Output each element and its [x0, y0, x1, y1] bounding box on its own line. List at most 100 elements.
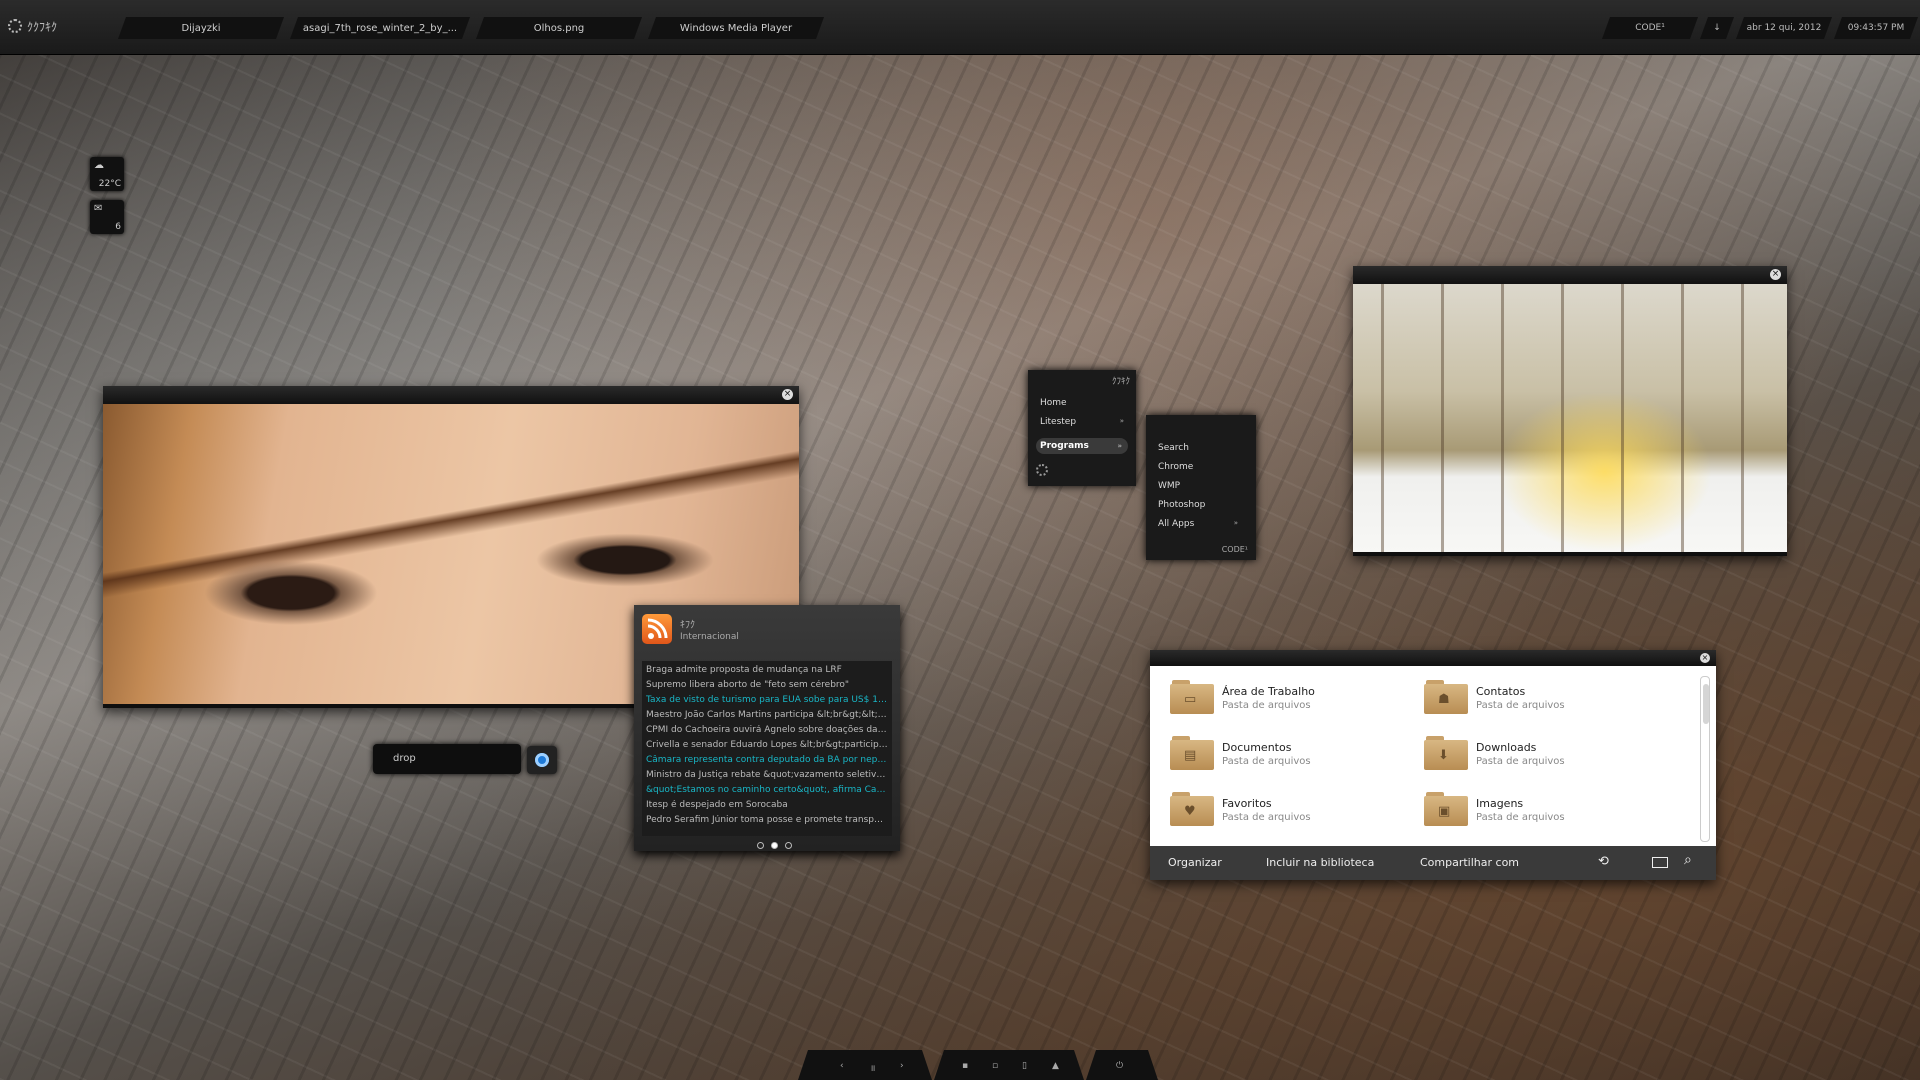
date-display: abr 12 qui, 2012 — [1736, 17, 1832, 39]
page-dot[interactable] — [757, 842, 764, 849]
rss-item[interactable]: Câmara representa contra deputado da BA … — [646, 755, 888, 765]
folder-icon[interactable]: ♥ — [1170, 792, 1214, 826]
close-icon[interactable]: × — [1770, 269, 1781, 280]
page-dot[interactable] — [785, 842, 792, 849]
task-wmp[interactable]: Windows Media Player — [648, 17, 824, 39]
rss-list: Braga admite proposta de mudança na LRF … — [642, 661, 892, 849]
arrow-down-icon[interactable]: ↓ — [1700, 17, 1734, 39]
share-button[interactable]: Compartilhar com — [1420, 856, 1519, 869]
submenu-item-chrome[interactable]: Chrome — [1158, 462, 1193, 472]
drop-label: drop — [393, 753, 416, 764]
folder-type: Pasta de arquivos — [1476, 756, 1565, 767]
close-icon[interactable]: × — [782, 389, 793, 400]
app-icon[interactable]: ▪ — [962, 1061, 968, 1071]
task-asagi[interactable]: asagi_7th_rose_winter_2_by_... — [290, 17, 470, 39]
folder-type: Pasta de arquivos — [1222, 812, 1311, 823]
task-olhos[interactable]: Olhos.png — [476, 17, 642, 39]
app-icon[interactable]: ▲ — [1052, 1061, 1059, 1071]
power-dock: ⏻ — [1086, 1050, 1158, 1080]
folder-name[interactable]: Área de Trabalho — [1222, 685, 1315, 698]
rss-item[interactable]: Ministro da Justiça rebate &quot;vazamen… — [646, 770, 888, 780]
folder-type: Pasta de arquivos — [1476, 812, 1565, 823]
folder-icon[interactable]: ▭ — [1170, 680, 1214, 714]
menu-footer: CODE¹ — [1221, 545, 1248, 554]
folder-icon[interactable]: ☗ — [1424, 680, 1468, 714]
window-titlebar[interactable] — [1150, 650, 1716, 666]
circle-icon — [535, 753, 549, 767]
folder-name[interactable]: Contatos — [1476, 685, 1525, 698]
explorer-toolbar: Organizar Incluir na biblioteca Comparti… — [1150, 846, 1716, 880]
pause-icon[interactable]: ॥ — [870, 1061, 875, 1074]
submenu-item-wmp[interactable]: WMP — [1158, 481, 1180, 491]
submenu-item-all-apps[interactable]: All Apps» — [1158, 519, 1238, 529]
menu-item-programs[interactable]: Programs» — [1036, 438, 1128, 454]
rss-title: ｷﾌｸ — [680, 620, 695, 631]
gear-icon[interactable] — [1036, 464, 1048, 476]
chevron-right-icon: » — [1119, 417, 1124, 425]
taskbar: ｸｸﾌｷｸ Dijayzki asagi_7th_rose_winter_2_b… — [0, 0, 1920, 55]
rss-item[interactable]: Braga admite proposta de mudança na LRF — [646, 665, 888, 675]
task-dijayzki[interactable]: Dijayzki — [118, 17, 284, 39]
folder-name[interactable]: Documentos — [1222, 741, 1291, 754]
folder-type: Pasta de arquivos — [1222, 700, 1311, 711]
rss-item[interactable]: &quot;Estamos no caminho certo&quot;, af… — [646, 785, 888, 795]
rss-item[interactable]: Taxa de visto de turismo para EUA sobe p… — [646, 695, 888, 705]
sun-icon — [8, 19, 22, 33]
rss-widget: ｷﾌｸ Internacional Braga admite proposta … — [634, 605, 900, 851]
menu-item-home[interactable]: Home — [1040, 398, 1067, 408]
close-icon[interactable]: × — [1700, 653, 1710, 663]
rss-item[interactable]: Crivella e senador Eduardo Lopes &lt;br&… — [646, 740, 888, 750]
trees-photo — [1353, 284, 1787, 552]
mail-widget[interactable]: ✉ 6 — [90, 200, 124, 234]
explorer-window: × ▭ Área de Trabalho Pasta de arquivos ☗… — [1150, 650, 1716, 880]
sync-icon[interactable]: ⟲ — [1598, 854, 1609, 869]
folder-name[interactable]: Imagens — [1476, 797, 1523, 810]
media-dock: ‹ ॥ › — [798, 1050, 932, 1080]
window-titlebar[interactable] — [1353, 266, 1787, 284]
weather-widget[interactable]: ☁ 22°C — [90, 157, 124, 191]
folder-icon[interactable]: ▣ — [1424, 792, 1468, 826]
include-library-button[interactable]: Incluir na biblioteca — [1266, 856, 1374, 869]
weather-temp: 22°C — [98, 179, 121, 189]
code-label[interactable]: CODE¹ — [1602, 17, 1698, 39]
start-menu: ｸﾌｷｸ Home Litestep» Programs» — [1028, 370, 1136, 486]
app-icon[interactable]: ▫ — [992, 1061, 998, 1071]
menu-item-litestep[interactable]: Litestep» — [1040, 417, 1124, 427]
folder-name[interactable]: Downloads — [1476, 741, 1536, 754]
search-icon[interactable]: ⌕ — [1684, 852, 1692, 868]
organize-button[interactable]: Organizar — [1168, 856, 1222, 869]
rss-item[interactable]: Itesp é despejado em Sorocaba — [646, 800, 888, 810]
scrollbar-thumb[interactable] — [1703, 684, 1709, 724]
view-icon[interactable] — [1652, 857, 1668, 868]
folder-type: Pasta de arquivos — [1476, 700, 1565, 711]
drop-field[interactable]: drop — [373, 744, 521, 774]
mail-count: 6 — [115, 222, 121, 232]
chevron-right-icon: » — [1117, 442, 1122, 450]
logo-text: ｸｸﾌｷｸ — [27, 19, 58, 34]
mail-icon: ✉ — [94, 203, 103, 214]
folder-icon[interactable]: ⬇ — [1424, 736, 1468, 770]
programs-submenu: Search Chrome WMP Photoshop All Apps» CO… — [1146, 415, 1256, 560]
power-icon[interactable]: ⏻ — [1116, 1061, 1123, 1071]
menu-header: ｸﾌｷｸ — [1111, 377, 1130, 387]
rss-item[interactable]: Pedro Serafim Júnior toma posse e promet… — [646, 815, 888, 825]
rss-icon[interactable] — [642, 614, 672, 644]
image-window-trees: × — [1353, 266, 1787, 556]
cloud-icon: ☁ — [94, 160, 104, 171]
rss-item[interactable]: Supremo libera aborto de "feto sem céreb… — [646, 680, 888, 690]
rss-item[interactable]: CPMI do Cachoeira ouvirá Agnelo sobre do… — [646, 725, 888, 735]
submenu-item-photoshop[interactable]: Photoshop — [1158, 500, 1205, 510]
previous-icon[interactable]: ‹ — [840, 1061, 844, 1071]
rss-item[interactable]: Maestro João Carlos Martins participa &l… — [646, 710, 888, 720]
page-dot-active[interactable] — [771, 842, 778, 849]
app-icon[interactable]: ▯ — [1022, 1061, 1027, 1071]
drop-button[interactable] — [527, 746, 557, 774]
start-button[interactable]: ｸｸﾌｷｸ — [8, 16, 98, 36]
next-icon[interactable]: › — [900, 1061, 904, 1071]
folder-name[interactable]: Favoritos — [1222, 797, 1272, 810]
folder-icon[interactable]: ▤ — [1170, 736, 1214, 770]
rss-category[interactable]: Internacional — [680, 632, 739, 642]
submenu-item-search[interactable]: Search — [1158, 443, 1189, 453]
window-titlebar[interactable] — [103, 386, 799, 404]
apps-dock: ▪ ▫ ▯ ▲ — [934, 1050, 1084, 1080]
